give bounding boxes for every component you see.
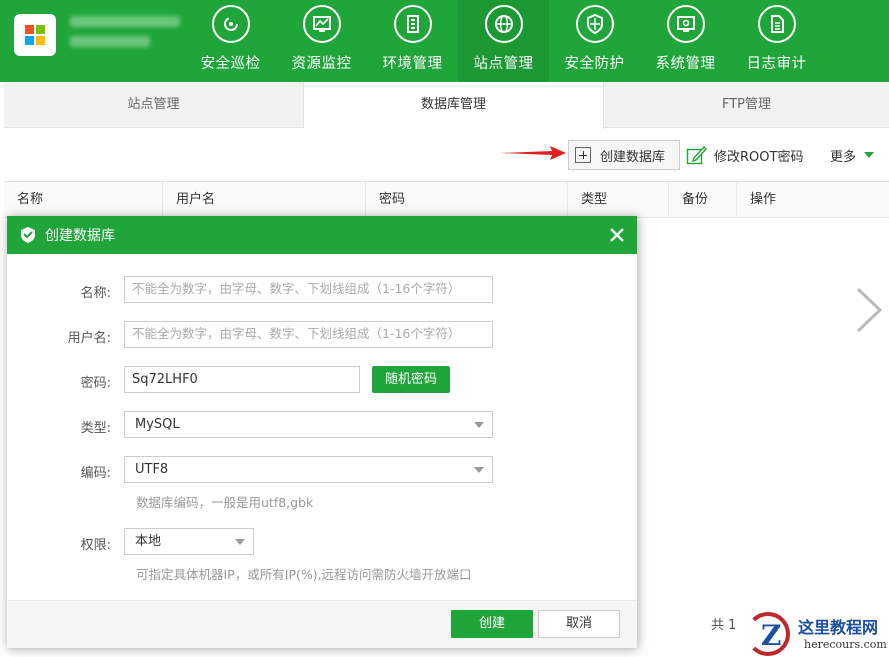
column-header-name[interactable]: 名称 (4, 182, 163, 218)
nav-item-log-audit[interactable]: 日志审计 (731, 0, 822, 82)
document-icon (757, 5, 796, 43)
monitor-chart-icon (302, 5, 341, 43)
tab-database-management[interactable]: 数据库管理 (304, 82, 604, 129)
create-database-dialog: 创建数据库 名称: 用户名: 密码: 随机密码 类型: MySQL 编码: UT… (7, 216, 637, 648)
encoding-select-value: UTF8 (135, 462, 169, 477)
column-header-username[interactable]: 用户名 (163, 182, 366, 218)
type-label: 类型: (80, 421, 111, 436)
dialog-header: 创建数据库 (7, 216, 637, 254)
nav-label: 系统管理 (655, 56, 716, 72)
username-input[interactable] (124, 321, 493, 348)
edit-icon (686, 145, 707, 165)
name-label: 名称: (80, 286, 111, 301)
scan-icon (211, 5, 250, 43)
dialog-footer: 创建 取消 (7, 600, 637, 648)
globe-icon (484, 5, 523, 43)
nav-item-security-scan[interactable]: 安全巡检 (185, 0, 276, 82)
password-label: 密码: (80, 376, 111, 391)
close-icon[interactable] (607, 225, 627, 245)
password-input[interactable] (124, 366, 360, 393)
create-database-label: 创建数据库 (600, 149, 666, 165)
top-header: 安全巡检 资源监控 环境管理 站点管理 安全防护 系统管理 日志审计 (0, 0, 889, 82)
chevron-down-icon (235, 539, 245, 545)
building-icon (393, 5, 432, 43)
watermark-title: 这里教程网 (798, 618, 879, 637)
more-label: 更多 (830, 149, 857, 165)
encoding-select[interactable]: UTF8 (124, 456, 493, 483)
random-password-button[interactable]: 随机密码 (372, 366, 451, 393)
access-hint: 可指定具体机器IP，或所有IP(%),远程访问需防火墙开放端口 (136, 567, 472, 582)
plus-icon (575, 147, 591, 163)
caret-down-icon (864, 152, 875, 158)
chevron-down-icon (474, 422, 484, 428)
main-nav: 安全巡检 资源监控 环境管理 站点管理 安全防护 系统管理 日志审计 (185, 0, 822, 82)
tab-ftp-management[interactable]: FTP管理 (604, 82, 889, 128)
type-select-value: MySQL (135, 417, 180, 432)
settings-monitor-icon (666, 5, 705, 43)
encoding-hint: 数据库编码，一般是用utf8,gbk (136, 495, 314, 510)
nav-item-environment[interactable]: 环境管理 (367, 0, 458, 82)
nav-item-security-protection[interactable]: 安全防护 (549, 0, 640, 82)
type-select[interactable]: MySQL (124, 411, 493, 438)
modify-root-password-button[interactable]: 修改ROOT密码 (686, 140, 803, 170)
next-arrow-icon[interactable] (852, 285, 888, 335)
username-label: 用户名: (67, 331, 111, 346)
nav-label: 资源监控 (291, 56, 352, 72)
nav-item-system-management[interactable]: 系统管理 (640, 0, 731, 82)
nav-label: 安全防护 (564, 56, 625, 72)
nav-item-resource-monitor[interactable]: 资源监控 (276, 0, 367, 82)
watermark-url: herecours.com (804, 638, 887, 651)
shield-icon (21, 227, 35, 243)
windows-logo-icon (14, 14, 56, 56)
sub-tabs: 站点管理 数据库管理 FTP管理 (4, 82, 889, 129)
shield-icon (575, 5, 614, 43)
tab-site-management[interactable]: 站点管理 (4, 82, 304, 128)
chevron-down-icon (474, 467, 484, 473)
nav-label: 安全巡检 (200, 56, 261, 72)
column-header-type[interactable]: 类型 (568, 182, 669, 218)
nav-label: 站点管理 (473, 56, 534, 72)
dialog-body: 名称: 用户名: 密码: 随机密码 类型: MySQL 编码: UTF8 数据库… (7, 254, 637, 600)
nav-item-site-management[interactable]: 站点管理 (458, 0, 549, 82)
dialog-title: 创建数据库 (45, 228, 115, 244)
cancel-button[interactable]: 取消 (538, 610, 620, 638)
server-info-blurred (70, 12, 180, 56)
site-watermark: Z 这里教程网 herecours.com (742, 606, 889, 657)
access-select[interactable]: 本地 (124, 528, 254, 555)
encoding-label: 编码: (80, 466, 111, 481)
modify-root-password-label: 修改ROOT密码 (714, 149, 804, 165)
column-header-password[interactable]: 密码 (366, 182, 568, 218)
more-dropdown[interactable]: 更多 (830, 140, 875, 170)
pager-total: 共 1 (711, 618, 737, 633)
access-select-value: 本地 (135, 534, 162, 549)
create-database-button[interactable]: 创建数据库 (568, 140, 680, 170)
nav-label: 日志审计 (746, 56, 807, 72)
column-header-backup[interactable]: 备份 (669, 182, 737, 218)
database-table-header: 名称 用户名 密码 类型 备份 操作 (4, 181, 889, 218)
watermark-letter: Z (761, 619, 782, 652)
access-label: 权限: (80, 538, 111, 553)
database-name-input[interactable] (124, 276, 493, 303)
red-arrow-annotation (500, 146, 566, 160)
create-button[interactable]: 创建 (451, 610, 533, 638)
column-header-actions: 操作 (750, 192, 777, 207)
nav-label: 环境管理 (382, 56, 443, 72)
